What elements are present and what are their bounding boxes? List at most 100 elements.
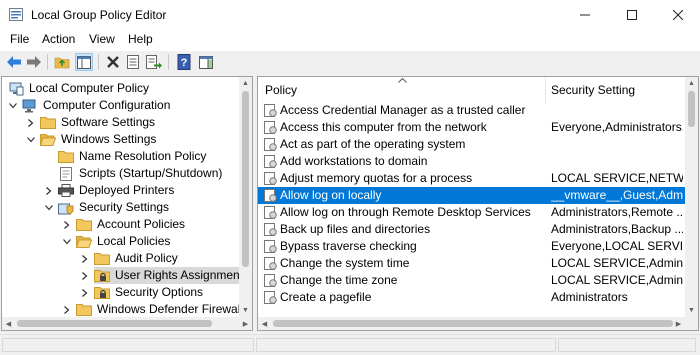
tree-vertical-scrollbar[interactable]: ▲ ▼ — [239, 77, 252, 317]
tree-label: Local Computer Policy — [29, 81, 150, 95]
export-list-icon — [146, 55, 162, 69]
list-row[interactable]: Change the system time LOCAL SERVICE,Adm… — [258, 255, 685, 272]
tree-label: Scripts (Startup/Shutdown) — [79, 166, 223, 180]
chevron-right-icon[interactable] — [62, 220, 72, 230]
menu-file[interactable]: File — [10, 32, 29, 46]
tree-node-local-computer-policy[interactable]: Local Computer Policy — [8, 80, 149, 97]
list-row[interactable]: Add workstations to domain — [258, 153, 685, 170]
toolbar-separator — [47, 54, 48, 70]
policy-security-setting: LOCAL SERVICE,Admini... — [551, 256, 683, 270]
properties-button[interactable] — [124, 53, 142, 71]
tree-node-name-resolution-policy[interactable]: Name Resolution Policy — [44, 148, 206, 165]
list-row[interactable]: Act as part of the operating system — [258, 136, 685, 153]
up-folder-button[interactable] — [53, 53, 71, 71]
tree-label: Windows Defender Firewall w — [97, 302, 253, 316]
scroll-up-icon[interactable]: ▲ — [239, 77, 252, 90]
list-row[interactable]: Allow log on through Remote Desktop Serv… — [258, 204, 685, 221]
list-row[interactable]: Change the time zone LOCAL SERVICE,Admin… — [258, 272, 685, 289]
policy-setting-icon — [264, 206, 277, 219]
policy-name: Bypass traverse checking — [280, 239, 417, 253]
list-row[interactable]: Adjust memory quotas for a process LOCAL… — [258, 170, 685, 187]
list-row[interactable]: Create a pagefile Administrators — [258, 289, 685, 306]
window-title: Local Group Policy Editor — [31, 8, 167, 22]
menu-view[interactable]: View — [89, 32, 115, 46]
status-cell — [558, 338, 696, 352]
tree-label: Windows Settings — [61, 132, 157, 146]
chevron-down-icon[interactable] — [8, 101, 18, 111]
help-icon: ? — [177, 54, 191, 70]
column-header-security-setting[interactable]: Security Setting — [546, 77, 686, 104]
tree-node-computer-configuration[interactable]: Computer Configuration — [8, 97, 170, 114]
policy-list-pane[interactable]: Policy Security Setting Access Credentia… — [257, 76, 699, 331]
scroll-thumb[interactable] — [688, 91, 695, 127]
tree-node-security-options[interactable]: Security Options — [80, 284, 203, 301]
properties-icon — [127, 55, 139, 69]
column-header-label: Security Setting — [551, 83, 636, 97]
show-action-pane-button[interactable] — [197, 53, 215, 71]
tree-node-account-policies[interactable]: Account Policies — [62, 216, 185, 233]
folder-open-icon — [40, 133, 56, 147]
minimize-button[interactable] — [562, 0, 608, 30]
chevron-right-icon[interactable] — [62, 305, 72, 315]
toolbar-separator — [168, 54, 169, 70]
tree-node-user-rights-assignment[interactable]: User Rights Assignment — [80, 267, 248, 284]
chevron-right-icon[interactable] — [44, 186, 54, 196]
column-header-policy[interactable]: Policy — [258, 77, 545, 104]
scroll-thumb[interactable] — [273, 320, 673, 327]
list-row[interactable]: Bypass traverse checking Everyone,LOCAL … — [258, 238, 685, 255]
scroll-right-icon[interactable]: ▶ — [672, 317, 685, 330]
policy-computer-icon — [8, 82, 24, 96]
tree-node-windows-settings[interactable]: Windows Settings — [26, 131, 156, 148]
delete-button[interactable] — [104, 53, 122, 71]
tree-node-scripts[interactable]: Scripts (Startup/Shutdown) — [44, 165, 222, 182]
scroll-thumb[interactable] — [17, 320, 212, 327]
chevron-right-icon[interactable] — [80, 271, 90, 281]
chevron-right-icon[interactable] — [80, 288, 90, 298]
list-row-selected[interactable]: Allow log on locally __vmware__,Guest,Ad… — [258, 187, 685, 204]
tree-label: Audit Policy — [115, 251, 178, 265]
tree-horizontal-scrollbar[interactable]: ◀ ▶ — [2, 317, 252, 330]
forward-button[interactable] — [25, 53, 43, 71]
back-button[interactable] — [5, 53, 23, 71]
console-tree-pane[interactable]: Local Computer Policy Computer Configura… — [1, 76, 253, 331]
scroll-right-icon[interactable]: ▶ — [239, 317, 252, 330]
export-list-button[interactable] — [145, 53, 163, 71]
status-bar — [0, 334, 700, 355]
tree-node-windows-defender-firewall[interactable]: Windows Defender Firewall w — [62, 301, 253, 318]
chevron-down-icon[interactable] — [26, 135, 36, 145]
scroll-left-icon[interactable]: ◀ — [258, 317, 271, 330]
list-row[interactable]: Access Credential Manager as a trusted c… — [258, 102, 685, 119]
scroll-left-icon[interactable]: ◀ — [2, 317, 15, 330]
list-row[interactable]: Back up files and directories Administra… — [258, 221, 685, 238]
help-button[interactable]: ? — [175, 53, 193, 71]
tree-label: Name Resolution Policy — [79, 149, 207, 163]
tree-node-software-settings[interactable]: Software Settings — [26, 114, 155, 131]
policy-setting-icon — [264, 155, 277, 168]
chevron-down-icon[interactable] — [44, 203, 54, 213]
menu-help[interactable]: Help — [128, 32, 153, 46]
policy-setting-icon — [264, 172, 277, 185]
chevron-right-icon[interactable] — [80, 254, 90, 264]
chevron-down-icon[interactable] — [62, 237, 72, 247]
close-icon — [672, 9, 684, 21]
scroll-down-icon[interactable]: ▼ — [685, 304, 698, 317]
scroll-thumb[interactable] — [242, 91, 249, 267]
tree-node-deployed-printers[interactable]: Deployed Printers — [44, 182, 174, 199]
policy-setting-icon — [264, 104, 277, 117]
tree-node-local-policies[interactable]: Local Policies — [62, 233, 170, 250]
chevron-right-icon[interactable] — [26, 118, 36, 128]
scroll-down-icon[interactable]: ▼ — [239, 304, 252, 317]
tree-label: Security Settings — [79, 200, 170, 214]
show-hide-console-tree-button[interactable] — [75, 53, 93, 71]
scroll-up-icon[interactable]: ▲ — [685, 77, 698, 90]
list-row[interactable]: Access this computer from the network Ev… — [258, 119, 685, 136]
tree-label: Local Policies — [97, 234, 171, 248]
list-vertical-scrollbar[interactable]: ▲ ▼ — [685, 77, 698, 317]
maximize-button[interactable] — [609, 0, 655, 30]
tree-node-security-settings[interactable]: Security Settings — [44, 199, 169, 216]
close-button[interactable] — [655, 0, 700, 30]
list-horizontal-scrollbar[interactable]: ◀ ▶ — [258, 317, 698, 330]
tree-node-audit-policy[interactable]: Audit Policy — [80, 250, 178, 267]
menu-action[interactable]: Action — [42, 32, 75, 46]
